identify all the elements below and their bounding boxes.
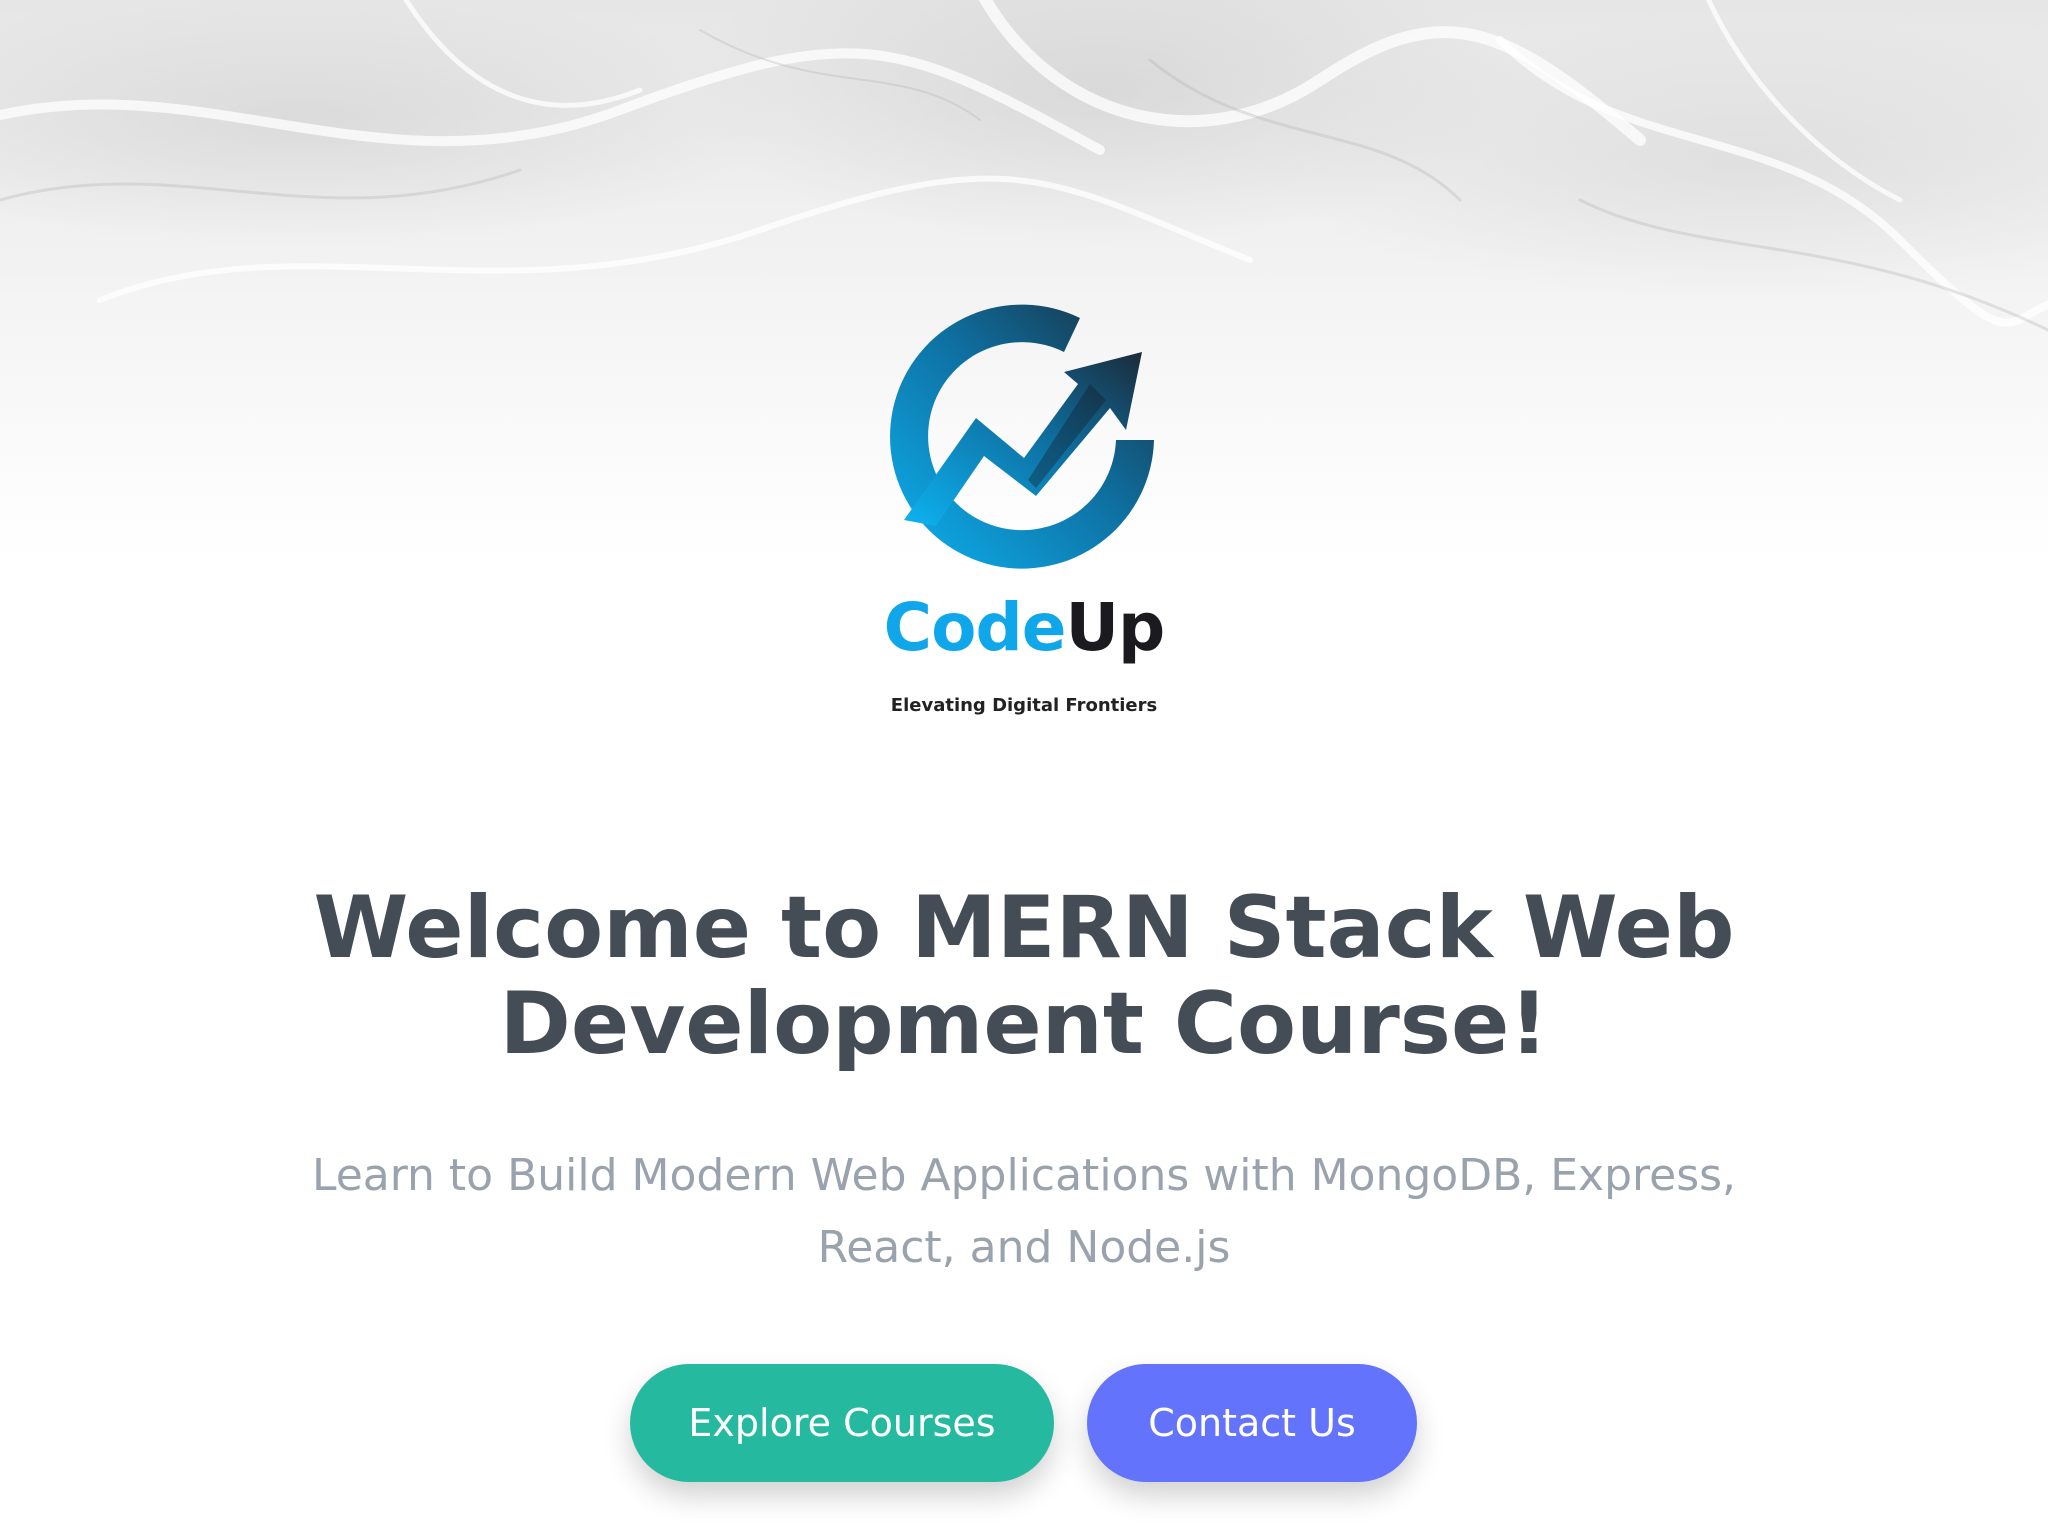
brand-wordmark: CodeUp [864,595,1184,661]
brand-logo[interactable]: CodeUp Elevating Digital Frontiers [864,300,1184,720]
growth-arrow-circle-icon [890,304,1154,569]
brand-tagline: Elevating Digital Frontiers [890,695,1158,716]
explore-courses-button[interactable]: Explore Courses [630,1364,1054,1482]
hero-subtitle: Learn to Build Modern Web Applications w… [311,1150,1737,1273]
contact-us-button[interactable]: Contact Us [1087,1364,1417,1482]
brand-name-part2: Up [1065,589,1165,666]
hero-title: Welcome to MERN Stack Web Development Co… [313,878,1735,1074]
brand-name-part1: Code [883,589,1067,666]
